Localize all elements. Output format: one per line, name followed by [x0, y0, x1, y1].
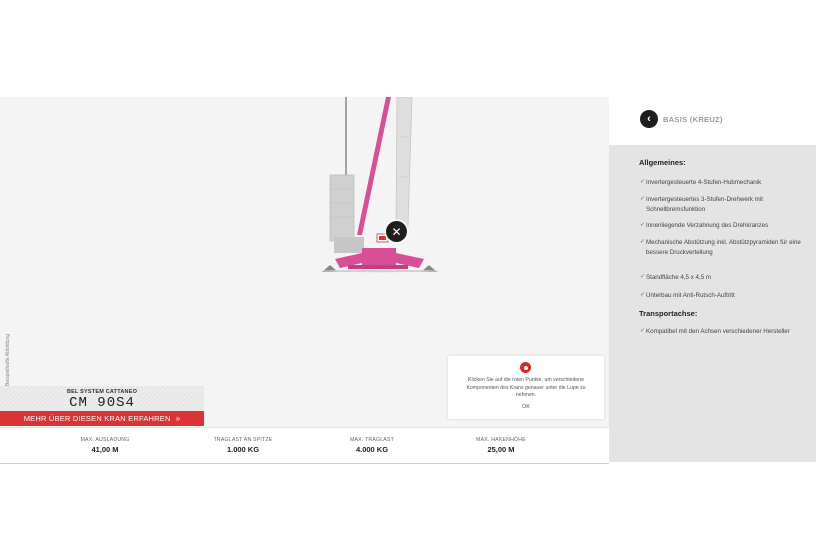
- model-name: CM 90S4: [69, 395, 135, 411]
- check-icon: ✓: [640, 292, 646, 298]
- hint-tooltip: Klicken Sie auf die roten Punkte, um ver…: [448, 356, 604, 419]
- learn-more-button[interactable]: MEHR ÜBER DIESEN KRAN ERFAHREN »: [0, 411, 204, 426]
- list-item: ✓ Standfläche 4,5 x 4,5 m: [640, 274, 712, 281]
- check-icon: ✓: [640, 239, 646, 245]
- spec-max-load: MAX. TRAGLAST 4.000 KG: [349, 437, 394, 454]
- panel-header: ‹ BASIS (KREUZ): [609, 97, 816, 145]
- list-item: ✓ Kompatibel mit den Achsen verschiedener…: [640, 328, 790, 335]
- list-item: ✓ Unterbau mit Anti-Rutsch-Auftritt: [640, 292, 735, 299]
- list-item: ✓ Invertergesteuertes 3-Stufen-Drehwerk m…: [640, 196, 763, 213]
- brand-plate: BEL SYSTEM CATTANEO CM 90S4: [0, 386, 204, 411]
- spec-max-outreach: MAX. AUSLADUNG 41,00 M: [80, 437, 130, 454]
- section-heading: Transportachse:: [639, 309, 698, 318]
- hint-message: Klicken Sie auf die roten Punkte, um ver…: [466, 377, 586, 398]
- feature-panel: Allgemeines: ✓ Invertergesteuerte 4-Stufe…: [609, 145, 816, 462]
- section-heading: Allgemeines:: [639, 158, 686, 167]
- component-hotspot[interactable]: ✕: [386, 221, 407, 242]
- list-item: ✓ Mechanische Abstützung inkl. Abstützpyr…: [640, 239, 801, 256]
- check-icon: ✓: [640, 222, 646, 228]
- double-chevron-right-icon: »: [175, 414, 181, 423]
- spec-max-hook-height: MAX. HAKENHÖHE 25,00 M: [476, 437, 526, 454]
- check-icon: ✓: [640, 274, 646, 280]
- chevron-left-icon: ‹: [647, 113, 651, 125]
- spec-tip-load: TRAGLAST AN SPITZE 1.000 KG: [213, 437, 273, 454]
- list-item: ✓ Innenliegende Verzahnung des Drehkranze…: [640, 222, 769, 229]
- check-icon: ✓: [640, 196, 646, 202]
- red-dot-icon: [520, 362, 531, 373]
- check-icon: ✓: [640, 179, 646, 185]
- list-item: ✓ Invertergesteuerte 4-Stufen-Hubmechanik: [640, 179, 762, 186]
- back-button[interactable]: ‹: [640, 110, 658, 128]
- check-icon: ✓: [640, 328, 646, 334]
- spec-bar: MAX. AUSLADUNG 41,00 M TRAGLAST AN SPITZ…: [0, 427, 609, 464]
- ok-button[interactable]: OK: [448, 404, 604, 410]
- panel-title: BASIS (KREUZ): [663, 115, 723, 124]
